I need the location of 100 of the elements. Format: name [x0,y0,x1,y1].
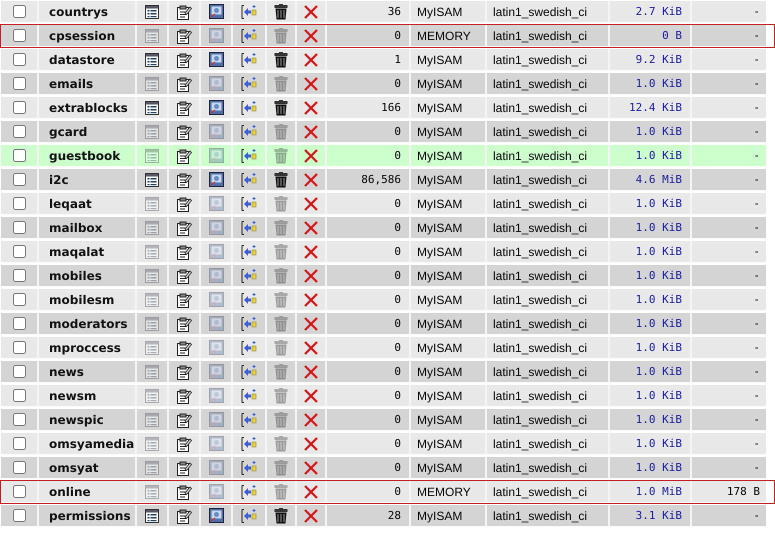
browse-icon[interactable] [145,508,159,522]
drop-icon[interactable] [304,196,318,210]
clipboard-icon[interactable] [176,124,192,140]
insert-icon[interactable] [240,148,258,164]
search-icon[interactable] [208,508,224,523]
row-checkbox[interactable] [12,149,26,162]
table-row[interactable]: moderators 0 MyISAM latin1_swedish_ci 1.0 KiB - [0,312,775,336]
insert-icon[interactable] [240,316,258,332]
row-checkbox[interactable] [12,509,26,522]
trash-icon[interactable] [274,172,288,188]
table-row[interactable]: newspic 0 MyISAM latin1_swedish_ci 1.0 KiB - [0,408,775,432]
insert-icon[interactable] [240,76,258,92]
table-row[interactable]: mobiles 0 MyISAM latin1_swedish_ci 1.0 KiB - [0,264,775,288]
row-checkbox[interactable] [12,389,26,402]
row-checkbox[interactable] [12,461,26,474]
clipboard-icon[interactable] [176,52,192,68]
table-name[interactable]: i2c [49,172,69,186]
row-checkbox[interactable] [12,197,26,210]
insert-icon[interactable] [240,292,258,308]
drop-icon[interactable] [304,220,318,234]
table-row[interactable]: cpsession 0 MEMORY latin1_swedish_ci 0 B - [0,24,775,48]
table-row[interactable]: permissions 28 MyISAM latin1_swedish_ci 3.1 KiB - [0,504,775,528]
insert-icon[interactable] [240,124,258,140]
clipboard-icon[interactable] [176,484,192,500]
search-icon[interactable] [208,4,224,19]
drop-icon[interactable] [304,436,318,450]
table-row[interactable]: maqalat 0 MyISAM latin1_swedish_ci 1.0 KiB - [0,240,775,264]
insert-icon[interactable] [240,52,258,68]
table-row[interactable]: emails 0 MyISAM latin1_swedish_ci 1.0 KiB - [0,72,775,96]
row-checkbox[interactable] [12,341,26,354]
drop-icon[interactable] [304,148,318,162]
trash-icon[interactable] [274,4,288,20]
drop-icon[interactable] [304,292,318,306]
search-icon[interactable] [208,52,224,67]
row-checkbox[interactable] [12,293,26,306]
drop-icon[interactable] [304,4,318,18]
table-row[interactable]: news 0 MyISAM latin1_swedish_ci 1.0 KiB - [0,360,775,384]
clipboard-icon[interactable] [176,316,192,332]
table-row[interactable]: leqaat 0 MyISAM latin1_swedish_ci 1.0 KiB - [0,192,775,216]
insert-icon[interactable] [240,412,258,428]
row-checkbox[interactable] [12,269,26,282]
table-row[interactable]: countrys 36 MyISAM latin1_swedish_ci 2.7 KiB - [0,0,775,24]
table-row[interactable]: omsyat 0 MyISAM latin1_swedish_ci 1.0 KiB - [0,456,775,480]
drop-icon[interactable] [304,124,318,138]
clipboard-icon[interactable] [176,508,192,524]
search-icon[interactable] [208,100,224,115]
drop-icon[interactable] [304,76,318,90]
row-checkbox[interactable] [12,437,26,450]
drop-icon[interactable] [304,340,318,354]
drop-icon[interactable] [304,484,318,498]
insert-icon[interactable] [240,172,258,188]
drop-icon[interactable] [304,268,318,282]
row-checkbox[interactable] [12,5,26,18]
clipboard-icon[interactable] [176,196,192,212]
drop-icon[interactable] [304,508,318,522]
insert-icon[interactable] [240,340,258,356]
table-row[interactable]: online 0 MEMORY latin1_swedish_ci 1.0 MiB 178 B [0,480,775,504]
clipboard-icon[interactable] [176,100,192,116]
row-checkbox[interactable] [12,365,26,378]
clipboard-icon[interactable] [176,364,192,380]
drop-icon[interactable] [304,244,318,258]
row-checkbox[interactable] [12,77,26,90]
row-checkbox[interactable] [12,173,26,186]
clipboard-icon[interactable] [176,28,192,44]
insert-icon[interactable] [240,436,258,452]
table-row[interactable]: datastore 1 MyISAM latin1_swedish_ci 9.2 KiB - [0,48,775,72]
drop-icon[interactable] [304,316,318,330]
insert-icon[interactable] [240,28,258,44]
clipboard-icon[interactable] [176,292,192,308]
insert-icon[interactable] [240,388,258,404]
table-row[interactable]: omsyamedia 0 MyISAM latin1_swedish_ci 1.0 KiB - [0,432,775,456]
drop-icon[interactable] [304,412,318,426]
browse-icon[interactable] [145,52,159,66]
table-row[interactable]: newsm 0 MyISAM latin1_swedish_ci 1.0 KiB - [0,384,775,408]
insert-icon[interactable] [240,196,258,212]
drop-icon[interactable] [304,388,318,402]
table-row[interactable]: mobilesm 0 MyISAM latin1_swedish_ci 1.0 KiB - [0,288,775,312]
browse-icon[interactable] [145,4,159,18]
table-row[interactable]: gcard 0 MyISAM latin1_swedish_ci 1.0 KiB - [0,120,775,144]
row-checkbox[interactable] [12,125,26,138]
trash-icon[interactable] [274,508,288,524]
clipboard-icon[interactable] [176,172,192,188]
insert-icon[interactable] [240,508,258,524]
clipboard-icon[interactable] [176,412,192,428]
drop-icon[interactable] [304,364,318,378]
table-row[interactable]: extrablocks 166 MyISAM latin1_swedish_ci 12.4 KiB - [0,96,775,120]
clipboard-icon[interactable] [176,244,192,260]
insert-icon[interactable] [240,484,258,500]
trash-icon[interactable] [274,100,288,116]
insert-icon[interactable] [240,220,258,236]
insert-icon[interactable] [240,100,258,116]
row-checkbox[interactable] [12,245,26,258]
browse-icon[interactable] [145,100,159,114]
table-row[interactable]: i2c 86,586 MyISAM latin1_swedish_ci 4.6 MiB - [0,168,775,192]
insert-icon[interactable] [240,244,258,260]
clipboard-icon[interactable] [176,148,192,164]
insert-icon[interactable] [240,364,258,380]
row-checkbox[interactable] [12,221,26,234]
insert-icon[interactable] [240,460,258,476]
clipboard-icon[interactable] [176,268,192,284]
